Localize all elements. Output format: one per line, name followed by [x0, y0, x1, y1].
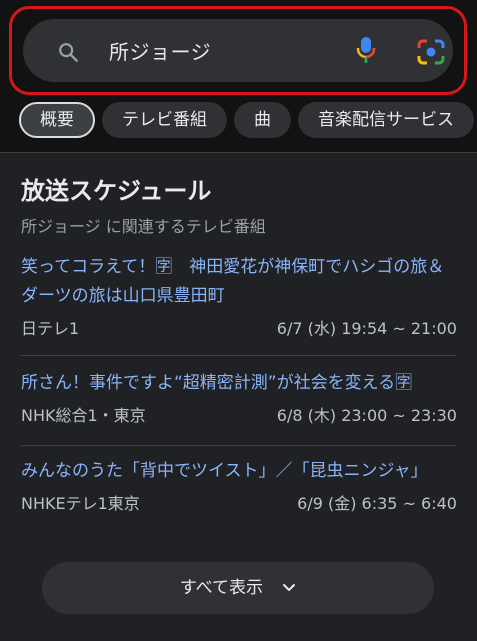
chip-songs[interactable]: 曲	[234, 102, 291, 138]
chip-overview[interactable]: 概要	[19, 102, 95, 138]
chip-music-services[interactable]: 音楽配信サービス	[298, 102, 474, 138]
search-bar[interactable]: 所ジョージ	[23, 19, 453, 82]
show-all-button[interactable]: すべて表示	[42, 562, 434, 614]
show-all-label: すべて表示	[179, 578, 264, 598]
program-channel: 日テレ1	[21, 319, 80, 338]
search-icon	[59, 43, 78, 62]
program-item[interactable]: みんなのうた「背中でツイスト」／「昆虫ニンジャ」 NHKEテレ1東京 6/9 (…	[21, 457, 457, 516]
card-title: 放送スケジュール	[21, 177, 212, 205]
program-channel: NHK総合1・東京	[21, 406, 146, 425]
search-input[interactable]: 所ジョージ	[109, 36, 211, 65]
search-highlight-frame: 所ジョージ	[9, 6, 467, 95]
mic-icon[interactable]	[355, 36, 377, 64]
divider	[21, 445, 456, 446]
card-subtitle: 所ジョージ に関連するテレビ番組	[21, 217, 266, 236]
program-title-link[interactable]: みんなのうた「背中でツイスト」／「昆虫ニンジャ」	[21, 457, 457, 486]
program-channel: NHKEテレ1東京	[21, 494, 140, 513]
program-item[interactable]: 所さん！事件ですよ“超精密計測”が社会を変える🈑 NHK総合1・東京 6/8 (…	[21, 369, 457, 428]
chevron-down-icon	[283, 584, 296, 591]
broadcast-schedule-card: 放送スケジュール 所ジョージ に関連するテレビ番組 笑ってコラえて！🈑 神田愛花…	[0, 152, 477, 641]
filter-chips: 概要 テレビ番組曲音楽配信サービス	[19, 102, 477, 144]
divider	[21, 355, 456, 356]
program-title-link[interactable]: 笑ってコラえて！🈑 神田愛花が神保町でハシゴの旅＆ダーツの旅は山口県豊田町	[21, 253, 457, 311]
camera-lens-icon[interactable]	[417, 39, 445, 65]
program-time: 6/9 (金) 6:35 ~ 6:40	[297, 494, 457, 513]
program-time: 6/7 (水) 19:54 ~ 21:00	[276, 319, 457, 338]
chip-tv-programs[interactable]: テレビ番組	[102, 102, 227, 138]
program-item[interactable]: 笑ってコラえて！🈑 神田愛花が神保町でハシゴの旅＆ダーツの旅は山口県豊田町 日テ…	[21, 253, 457, 341]
program-time: 6/8 (木) 23:00 ~ 23:30	[276, 406, 457, 425]
program-title-link[interactable]: 所さん！事件ですよ“超精密計測”が社会を変える🈑	[21, 369, 457, 398]
